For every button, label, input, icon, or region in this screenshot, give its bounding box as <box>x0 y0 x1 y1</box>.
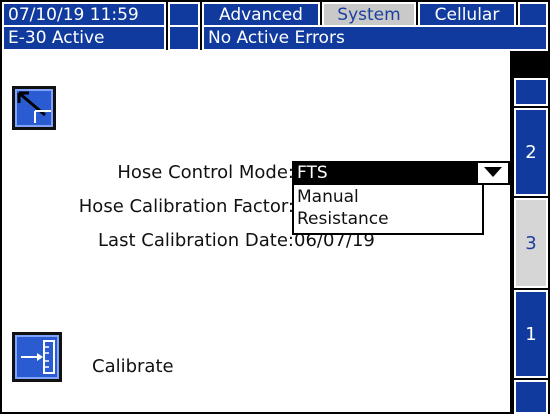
status-blank-indicator <box>168 25 200 51</box>
hose-control-mode-select[interactable]: FTS <box>292 161 510 185</box>
main-panel: Hose Control Mode: Hose Calibration Fact… <box>2 50 510 412</box>
side-tab-1[interactable]: 1 <box>514 290 548 378</box>
side-tab-3[interactable]: 3 <box>514 198 548 288</box>
chevron-down-icon[interactable] <box>484 167 502 177</box>
calibrate-icon <box>21 340 55 374</box>
option-resistance[interactable]: Resistance <box>297 208 389 230</box>
dropdown-list: Manual Resistance <box>292 185 484 235</box>
side-tab-up[interactable] <box>514 78 548 106</box>
hose-icon <box>17 91 51 123</box>
side-tab-down[interactable] <box>514 380 548 414</box>
hose-settings-button[interactable] <box>12 86 56 130</box>
side-tab-2[interactable]: 2 <box>514 108 548 196</box>
option-manual[interactable]: Manual <box>297 186 359 208</box>
last-calibration-date-label: Last Calibration Date: <box>98 230 294 251</box>
selected-option: FTS <box>294 163 478 183</box>
error-status: No Active Errors <box>202 25 548 51</box>
system-status: E-30 Active <box>2 25 166 51</box>
hose-control-mode-label: Hose Control Mode: <box>117 162 294 183</box>
calibrate-button[interactable] <box>12 332 62 382</box>
calibrate-label: Calibrate <box>92 356 174 377</box>
hose-calibration-factor-label: Hose Calibration Factor: <box>78 196 294 217</box>
